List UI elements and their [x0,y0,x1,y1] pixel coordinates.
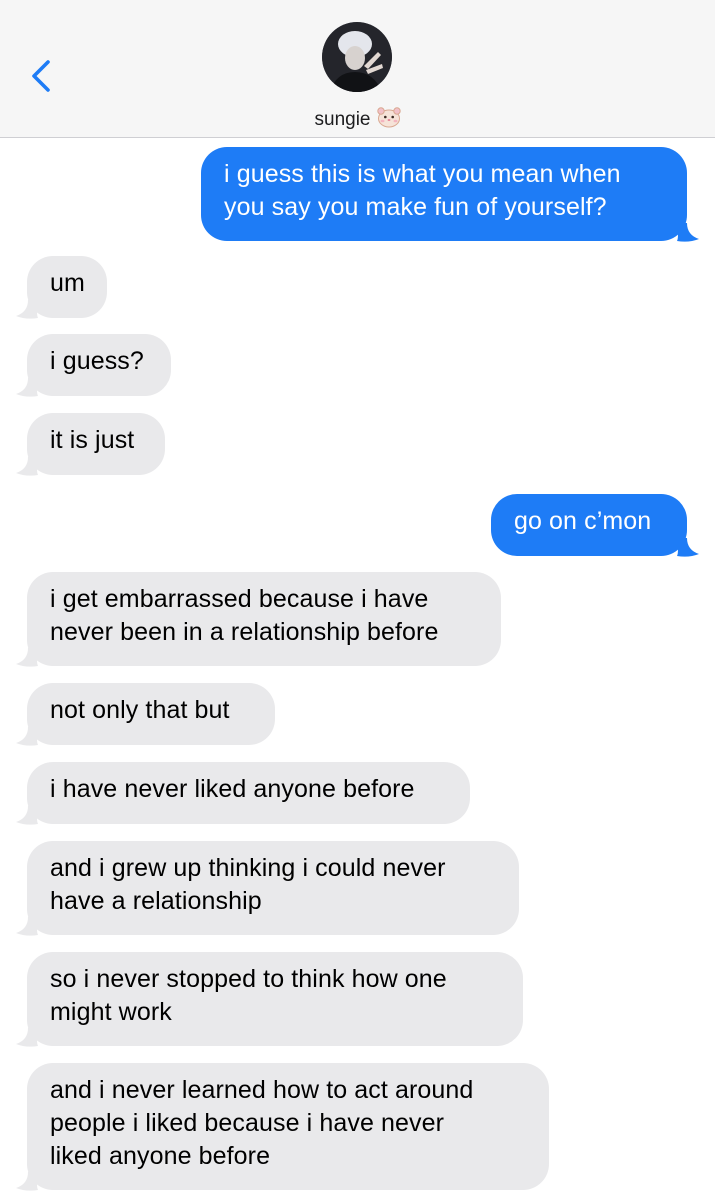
message-line: liked anyone before [50,1142,271,1170]
incoming-bubble-tail [16,378,38,397]
incoming-bubble-tail [16,648,38,667]
outgoing-message-bubble[interactable]: i guess this is what you mean when you s… [201,147,687,241]
message-line: might work [50,998,172,1026]
incoming-bubble-tail [16,300,38,319]
message-line: um [50,269,85,297]
message-line: people i liked because i have never [50,1109,445,1137]
incoming-message-bubble[interactable]: it is just [27,413,165,475]
message-line: not only that but [50,696,230,724]
message-line: you say you make fun of yourself? [224,193,607,221]
incoming-bubble-tail [16,727,38,746]
message-line: and i grew up thinking i could never [50,854,446,882]
avatar-photo [322,22,392,92]
contact-name[interactable]: sungie [0,106,715,134]
incoming-message-bubble[interactable]: and i never learned how to act around pe… [27,1063,549,1190]
message-line: i guess? [50,347,144,375]
incoming-message-bubble[interactable]: um [27,256,107,318]
contact-avatar[interactable] [322,22,392,92]
conversation-header: sungie [0,0,715,138]
message-line: it is just [50,426,135,454]
incoming-bubble-tail [16,457,38,476]
incoming-bubble-tail [16,917,38,936]
chevron-left-icon[interactable] [28,58,58,94]
message-line: and i never learned how to act around [50,1076,474,1104]
hamster-face-icon [376,106,401,134]
message-line: i guess this is what you mean when [224,160,621,188]
incoming-message-bubble[interactable]: not only that but [27,683,275,745]
outgoing-bubble-tail [677,538,699,557]
message-line: go on c’mon [514,507,652,535]
contact-name-text: sungie [314,109,371,131]
incoming-message-bubble[interactable]: and i grew up thinking i could never hav… [27,841,519,935]
incoming-message-bubble[interactable]: i guess? [27,334,171,396]
incoming-bubble-tail [16,1028,38,1047]
incoming-bubble-tail [16,806,38,825]
message-thread: i guess this is what you mean when you s… [0,138,715,1200]
message-line: i have never liked anyone before [50,775,415,803]
message-line: have a relationship [50,887,262,915]
incoming-message-bubble[interactable]: i have never liked anyone before [27,762,470,824]
message-line: never been in a relationship before [50,618,439,646]
outgoing-bubble-tail [677,223,699,242]
incoming-message-bubble[interactable]: so i never stopped to think how one migh… [27,952,523,1046]
outgoing-message-bubble[interactable]: go on c’mon [491,494,687,556]
message-line: so i never stopped to think how one [50,965,447,993]
message-line: i get embarrassed because i have [50,585,429,613]
incoming-message-bubble[interactable]: i get embarrassed because i have never b… [27,572,501,666]
incoming-bubble-tail [16,1172,38,1191]
